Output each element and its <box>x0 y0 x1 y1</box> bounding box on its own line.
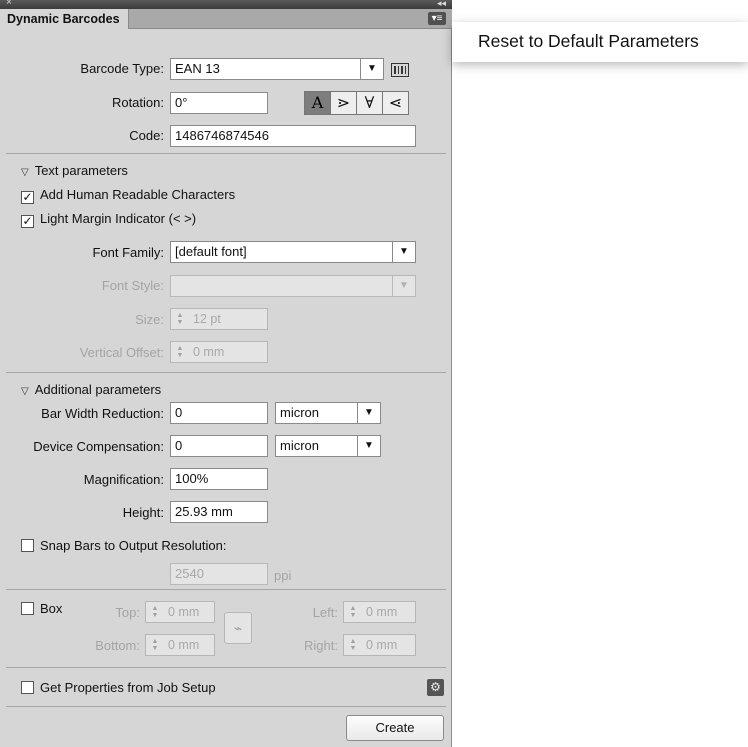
font-style-label: Font Style: <box>101 278 164 293</box>
bar-width-unit-dropdown[interactable]: micron ▼ <box>275 402 381 424</box>
section-title: Additional parameters <box>34 382 162 397</box>
rotation-label: Rotation: <box>111 95 164 110</box>
rotate-90-button[interactable]: ⋗ <box>330 91 357 115</box>
panel-titlebar: × ◂◂ <box>0 0 452 9</box>
vertical-offset-value: 0 mm <box>193 345 225 359</box>
box-right-label: Right: <box>304 638 338 653</box>
divider <box>6 589 446 590</box>
divider <box>6 706 446 707</box>
stepper-arrows-icon: ▲ ▼ <box>176 345 184 359</box>
ppi-unit-label: ppi <box>274 568 292 583</box>
device-compensation-unit-dropdown[interactable]: micron ▼ <box>275 435 381 457</box>
device-compensation-label: Device Compensation: <box>33 439 164 454</box>
font-family-label: Font Family: <box>92 245 164 260</box>
job-setup-label: Get Properties from Job Setup <box>40 680 216 695</box>
size-label: Size: <box>135 312 164 327</box>
stepper-arrows-icon: ▲ ▼ <box>151 638 159 652</box>
stepper-arrows-icon: ▲ ▼ <box>151 605 159 619</box>
box-top-value: 0 mm <box>168 605 200 619</box>
job-setup-checkbox[interactable] <box>21 681 34 694</box>
disclosure-triangle-icon: ▽ <box>21 167 29 178</box>
panel-flyout-menu: Reset to Default Parameters <box>452 22 748 62</box>
tab-dynamic-barcodes[interactable]: Dynamic Barcodes <box>0 9 129 29</box>
stepper-arrows-icon: ▲ ▼ <box>349 638 357 652</box>
light-margin-row[interactable]: ✓ Light Margin Indicator (< >) <box>21 211 196 228</box>
panel-tab-row: Dynamic Barcodes ▾≡ <box>0 9 452 29</box>
size-stepper[interactable]: ▲ ▼ 12 pt <box>170 308 268 330</box>
link-icon[interactable]: ⌁ <box>224 612 252 644</box>
box-bottom-stepper[interactable]: ▲ ▼ 0 mm <box>145 634 215 656</box>
section-title: Text parameters <box>34 163 128 178</box>
chevron-down-icon: ▼ <box>357 436 380 456</box>
chevron-down-icon: ▼ <box>360 59 383 79</box>
chevron-down-icon: ▼ <box>392 276 415 296</box>
bar-width-reduction-input[interactable]: 0 <box>170 402 268 424</box>
rotation-input[interactable]: 0° <box>170 92 268 114</box>
barcode-icon[interactable] <box>391 63 409 77</box>
divider <box>6 667 446 668</box>
human-readable-row[interactable]: ✓ Add Human Readable Characters <box>21 187 235 204</box>
snap-resolution-input[interactable]: 2540 <box>170 563 268 585</box>
divider <box>6 153 446 154</box>
light-margin-label: Light Margin Indicator (< >) <box>40 211 197 226</box>
font-family-dropdown[interactable]: [default font] ▼ <box>170 241 416 263</box>
human-readable-checkbox[interactable]: ✓ <box>21 191 34 204</box>
reset-defaults-menu-item[interactable]: Reset to Default Parameters <box>478 30 699 52</box>
barcode-type-label: Barcode Type: <box>80 61 164 76</box>
box-label: Box <box>40 601 63 616</box>
box-bottom-value: 0 mm <box>168 638 200 652</box>
stepper-arrows-icon: ▲ ▼ <box>176 312 184 326</box>
rotate-180-button[interactable]: ∀ <box>356 91 383 115</box>
box-top-label: Top: <box>115 605 140 620</box>
snap-bars-row[interactable]: Snap Bars to Output Resolution: <box>21 538 226 554</box>
device-compensation-unit-value: micron <box>280 438 320 453</box>
divider <box>6 372 446 373</box>
box-right-value: 0 mm <box>366 638 398 652</box>
height-input[interactable]: 25.93 mm <box>170 501 268 523</box>
box-left-label: Left: <box>312 605 338 620</box>
magnification-label: Magnification: <box>83 472 164 487</box>
snap-bars-checkbox[interactable] <box>21 539 34 552</box>
bar-width-unit-value: micron <box>280 405 320 420</box>
box-top-stepper[interactable]: ▲ ▼ 0 mm <box>145 601 215 623</box>
size-value: 12 pt <box>193 312 221 326</box>
rotate-270-button[interactable]: ⋖ <box>382 91 409 115</box>
bar-width-reduction-label: Bar Width Reduction: <box>41 406 164 421</box>
box-left-value: 0 mm <box>366 605 398 619</box>
code-input[interactable]: 1486746874546 <box>170 125 416 147</box>
magnification-input[interactable]: 100% <box>170 468 268 490</box>
light-margin-checkbox[interactable]: ✓ <box>21 215 34 228</box>
additional-parameters-header[interactable]: ▽ Additional parameters <box>21 382 161 400</box>
job-setup-row[interactable]: Get Properties from Job Setup <box>21 680 216 696</box>
box-row[interactable]: Box <box>21 601 62 617</box>
chevron-down-icon: ▼ <box>357 403 380 423</box>
box-checkbox[interactable] <box>21 602 34 615</box>
vertical-offset-label: Vertical Offset: <box>79 345 164 360</box>
barcode-type-dropdown[interactable]: EAN 13 ▼ <box>170 58 384 80</box>
snap-bars-label: Snap Bars to Output Resolution: <box>40 538 227 553</box>
vertical-offset-stepper[interactable]: ▲ ▼ 0 mm <box>170 341 268 363</box>
barcode-type-value: EAN 13 <box>175 61 220 76</box>
chevron-down-icon: ▼ <box>392 242 415 262</box>
rotation-buttons: A ⋗ ∀ ⋖ <box>304 91 409 115</box>
code-label: Code: <box>129 128 164 143</box>
disclosure-triangle-icon: ▽ <box>21 386 29 397</box>
box-left-stepper[interactable]: ▲ ▼ 0 mm <box>343 601 416 623</box>
dynamic-barcodes-panel: × ◂◂ Dynamic Barcodes ▾≡ Barcode Type: E… <box>0 0 452 747</box>
create-button[interactable]: Create <box>346 715 444 741</box>
close-icon[interactable]: × <box>6 0 12 9</box>
collapse-icon[interactable]: ◂◂ <box>437 0 446 9</box>
human-readable-label: Add Human Readable Characters <box>40 187 236 202</box>
device-compensation-input[interactable]: 0 <box>170 435 268 457</box>
text-parameters-header[interactable]: ▽ Text parameters <box>21 163 128 181</box>
font-family-value: [default font] <box>175 244 247 259</box>
box-right-stepper[interactable]: ▲ ▼ 0 mm <box>343 634 416 656</box>
rotate-0-button[interactable]: A <box>304 91 331 115</box>
box-bottom-label: Bottom: <box>95 638 140 653</box>
stepper-arrows-icon: ▲ ▼ <box>349 605 357 619</box>
gear-icon[interactable]: ⚙ <box>427 679 444 696</box>
height-label: Height: <box>122 505 164 520</box>
panel-menu-icon[interactable]: ▾≡ <box>428 12 446 25</box>
font-style-dropdown[interactable]: ▼ <box>170 275 416 297</box>
